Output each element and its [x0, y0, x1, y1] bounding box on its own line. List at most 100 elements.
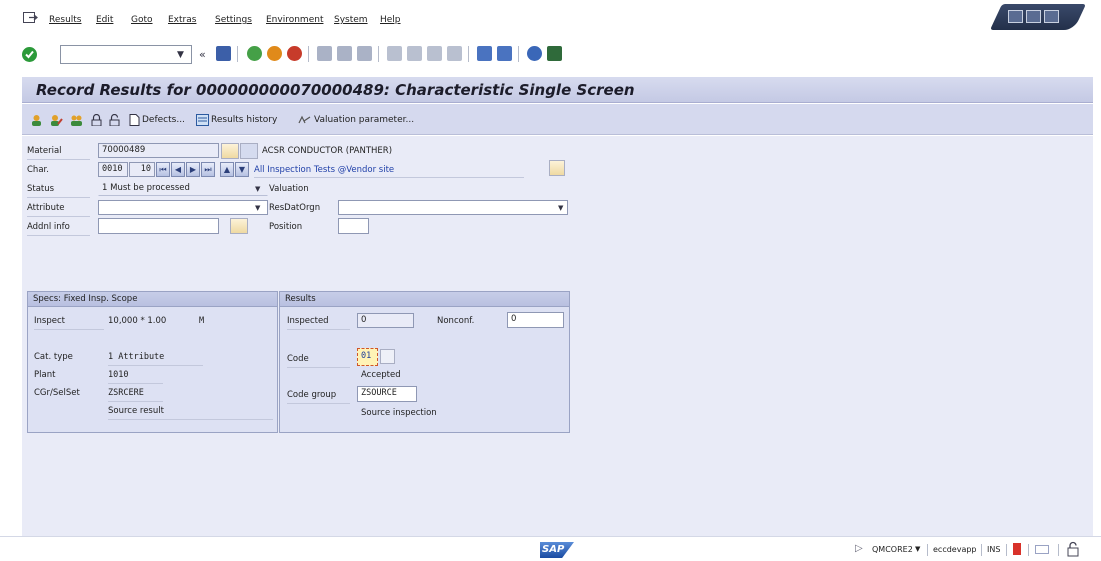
first-char-button[interactable]: ⏮ — [156, 162, 170, 177]
status-separator — [1058, 544, 1059, 556]
first-page-icon[interactable] — [387, 46, 402, 61]
long-text-icon[interactable] — [549, 160, 565, 176]
help-icon[interactable] — [527, 46, 542, 61]
addnl-info-field[interactable] — [98, 218, 219, 234]
expand-status-icon[interactable]: ▷ — [855, 543, 863, 554]
addnl-info-valuation-icon[interactable] — [230, 218, 248, 234]
label-underline — [27, 159, 90, 160]
last-char-button[interactable]: ⏭ — [201, 162, 215, 177]
nonconf-field[interactable]: 0 — [507, 312, 564, 328]
command-field[interactable] — [60, 45, 192, 64]
maximize-button[interactable] — [1026, 10, 1041, 23]
save-icon[interactable] — [216, 46, 231, 61]
previous-page-icon[interactable] — [407, 46, 422, 61]
unlock-icon[interactable] — [108, 114, 121, 126]
code-label: Code — [287, 354, 309, 364]
plant-label: Plant — [34, 370, 56, 380]
next-page-icon[interactable] — [427, 46, 442, 61]
menu-settings[interactable]: Settings — [215, 15, 252, 25]
resdatorgn-dropdown-icon[interactable]: ▼ — [558, 204, 563, 212]
inspect-unit: M — [199, 316, 205, 326]
char-number-field: 10 — [129, 162, 155, 177]
toolbar-separator — [308, 46, 309, 62]
menu-results[interactable]: Results — [49, 15, 82, 25]
char-field: 0010 — [98, 162, 128, 177]
previous-char-button[interactable]: ◀ — [171, 162, 185, 177]
value-underline — [108, 401, 163, 402]
create-session-icon[interactable] — [477, 46, 492, 61]
find-next-icon[interactable] — [357, 46, 372, 61]
system-name[interactable]: QMCORE2 — [872, 545, 913, 554]
code-text: Accepted — [361, 370, 401, 380]
next-char-button[interactable]: ▶ — [186, 162, 200, 177]
page-title: Record Results for 000000000070000489: C… — [36, 81, 635, 99]
value-underline — [108, 383, 163, 384]
results-group: Results Inspected 0 Nonconf. 0 Code 01 A… — [279, 291, 570, 433]
cancel-icon[interactable] — [287, 46, 302, 61]
shortcut-icon[interactable] — [497, 46, 512, 61]
toolbar-separator — [468, 46, 469, 62]
person-icon[interactable] — [30, 114, 43, 126]
back-icon[interactable] — [247, 46, 262, 61]
label-underline — [27, 216, 90, 217]
customize-layout-icon[interactable] — [547, 46, 562, 61]
code-select-icon[interactable] — [380, 349, 395, 364]
menu-extras[interactable]: Extras — [168, 15, 196, 25]
menu-edit[interactable]: Edit — [96, 15, 113, 25]
input-mode[interactable]: INS — [987, 545, 1000, 554]
nonconf-label: Nonconf. — [437, 316, 475, 326]
command-field-dropdown-icon[interactable]: ▼ — [177, 50, 184, 60]
group-icon[interactable] — [70, 114, 83, 126]
valuation-parameter-button[interactable]: Valuation parameter... — [314, 115, 414, 125]
edit-person-icon[interactable] — [50, 114, 63, 126]
cat-type-label: Cat. type — [34, 352, 73, 362]
position-field[interactable] — [338, 218, 369, 234]
material-detail-icon[interactable] — [240, 143, 258, 159]
code-field[interactable]: 01 — [357, 348, 378, 366]
label-underline — [34, 329, 104, 330]
inspected-field: 0 — [357, 313, 414, 328]
minimize-button[interactable] — [1008, 10, 1023, 23]
value-underline — [108, 419, 273, 420]
attribute-dropdown-icon[interactable]: ▼ — [255, 204, 260, 212]
code-group-field[interactable]: ZSOURCE — [357, 386, 417, 402]
document-icon — [129, 114, 140, 126]
valuation-toggle-icon[interactable] — [221, 143, 239, 159]
defects-button[interactable]: Defects... — [142, 115, 185, 125]
material-label: Material — [27, 146, 62, 156]
toolbar-separator — [378, 46, 379, 62]
exit-icon[interactable] — [267, 46, 282, 61]
menu-goto[interactable]: Goto — [131, 15, 153, 25]
find-icon[interactable] — [337, 46, 352, 61]
scroll-up-button[interactable]: ▲ — [220, 162, 234, 177]
resdatorgn-select[interactable] — [338, 200, 568, 215]
label-underline — [254, 177, 524, 178]
value-underline — [108, 365, 203, 366]
window-controls — [989, 4, 1087, 30]
menu-exit-icon[interactable] — [23, 12, 38, 23]
menu-bar: Results Edit Goto Extras Settings Enviro… — [0, 0, 1101, 38]
status-field: 1 Must be processed — [98, 181, 268, 196]
ok-icon[interactable] — [22, 47, 37, 62]
print-icon[interactable] — [317, 46, 332, 61]
system-dropdown-icon[interactable]: ▼ — [915, 545, 920, 553]
attribute-select[interactable] — [98, 200, 268, 215]
position-label: Position — [269, 222, 303, 232]
label-underline — [27, 235, 90, 236]
char-label: Char. — [27, 165, 49, 175]
back-arrows-icon[interactable]: « — [199, 48, 206, 61]
scroll-down-button[interactable]: ▼ — [235, 162, 249, 177]
menu-environment[interactable]: Environment — [266, 15, 323, 25]
close-button[interactable] — [1044, 10, 1059, 23]
menu-system[interactable]: System — [334, 15, 368, 25]
cgr-selset-label: CGr/SelSet — [34, 388, 80, 398]
status-separator — [1006, 544, 1007, 556]
resdatorgn-label: ResDatOrgn — [269, 203, 321, 213]
server-name: eccdevapp — [933, 545, 977, 554]
char-description: All Inspection Tests @Vendor site — [254, 165, 395, 175]
status-dropdown-icon[interactable]: ▼ — [255, 185, 260, 193]
last-page-icon[interactable] — [447, 46, 462, 61]
menu-help[interactable]: Help — [380, 15, 401, 25]
results-history-button[interactable]: Results history — [211, 115, 277, 125]
lock-icon[interactable] — [90, 114, 103, 126]
